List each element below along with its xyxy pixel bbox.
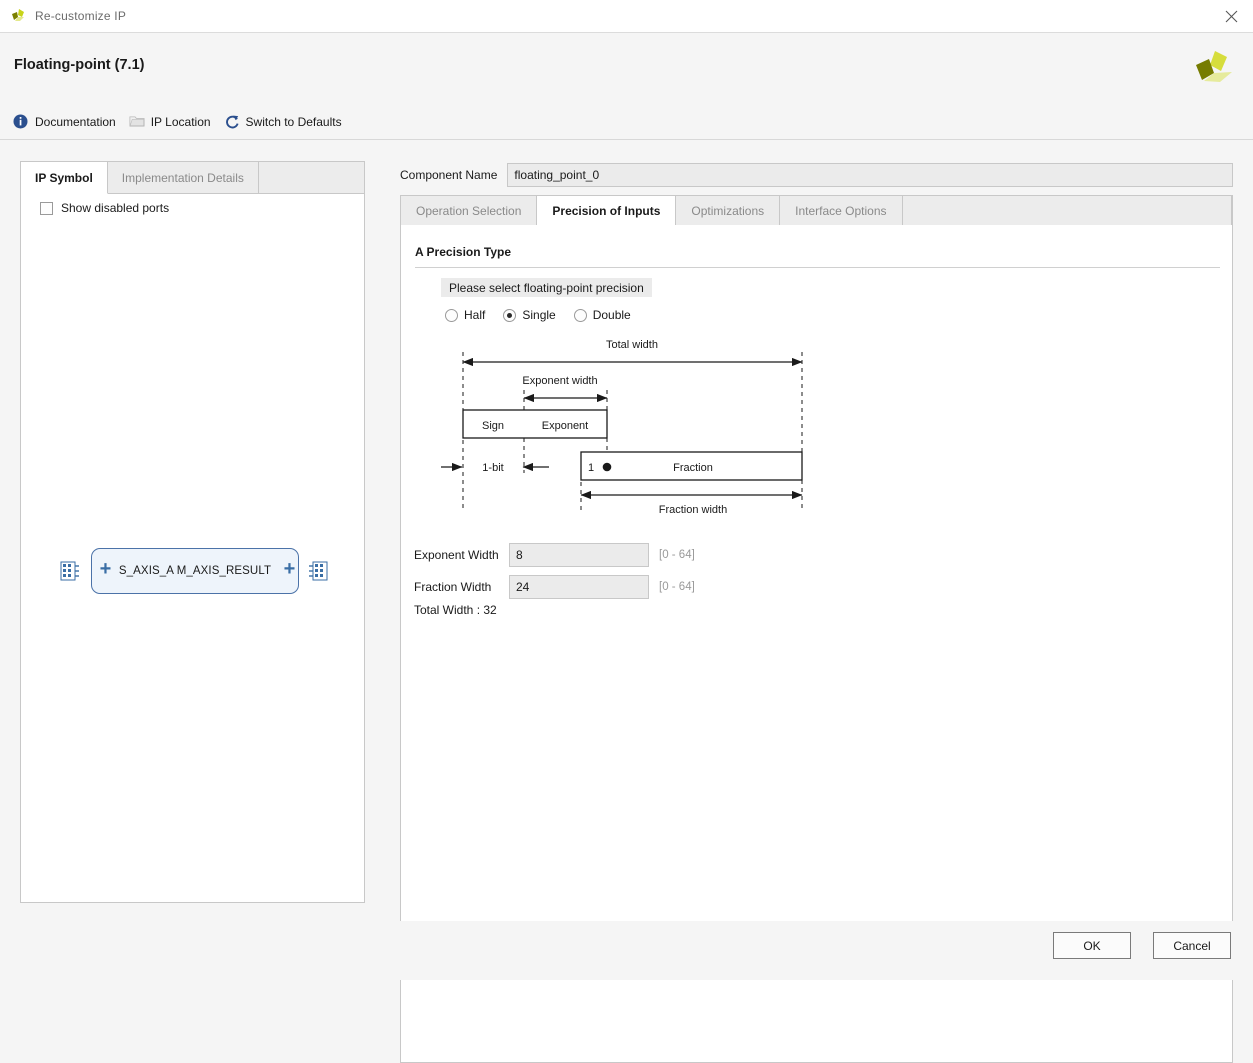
total-width-readout: Total Width : 32 [414, 603, 497, 617]
show-disabled-ports-checkbox[interactable]: Show disabled ports [40, 201, 169, 215]
switch-to-defaults-button[interactable]: Switch to Defaults [220, 110, 351, 134]
tab-operation-selection[interactable]: Operation Selection [401, 196, 538, 225]
documentation-button[interactable]: Documentation [9, 110, 125, 134]
fraction-width-row: Fraction Width 24 [0 - 64] [414, 574, 695, 600]
xilinx-logo-icon [10, 8, 28, 24]
ok-button-label: OK [1083, 938, 1101, 953]
floating-point-format-diagram: Total width Exponent width Sign Exponent… [431, 338, 851, 518]
tab-precision-of-inputs-label: Precision of Inputs [552, 203, 661, 218]
radio-double[interactable]: Double [573, 308, 631, 322]
ok-button[interactable]: OK [1053, 932, 1131, 959]
ip-block-label: S_AXIS_A M_AXIS_RESULT [118, 565, 272, 577]
radio-double-icon [573, 308, 587, 322]
exponent-width-hint: [0 - 64] [659, 549, 695, 561]
switch-to-defaults-label: Switch to Defaults [245, 115, 342, 129]
diagram-sign-label: Sign [482, 420, 504, 432]
diagram-binary-point-icon [602, 462, 612, 472]
tab-implementation-details[interactable]: Implementation Details [108, 162, 259, 193]
radio-single-label: Single [522, 308, 556, 322]
diagram-exponent-width-label: Exponent width [522, 375, 597, 387]
precision-hint-pill: Please select floating-point precision [441, 278, 652, 297]
config-tabbar-filler [903, 196, 1232, 225]
tab-optimizations-label: Optimizations [691, 203, 765, 218]
header-toolbar: Documentation IP Location Switch to Defa… [9, 108, 351, 136]
exponent-width-row: Exponent Width 8 [0 - 64] [414, 542, 695, 568]
diagram-exponent-label: Exponent [542, 420, 588, 432]
ip-symbol-diagram: + S_AXIS_A M_AXIS_RESULT + [59, 544, 329, 599]
component-name-label: Component Name [400, 167, 498, 182]
dialog-body: IP Symbol Implementation Details Show di… [0, 141, 1253, 1063]
left-tabbar: IP Symbol Implementation Details [21, 162, 364, 194]
tab-optimizations[interactable]: Optimizations [676, 196, 781, 225]
exponent-width-input[interactable]: 8 [509, 543, 649, 567]
component-name-row: Component Name floating_point_0 [400, 161, 1233, 188]
show-disabled-ports-label: Show disabled ports [61, 201, 170, 215]
diagram-fraction-width-label: Fraction width [659, 504, 727, 516]
dialog-header: Floating-point (7.1) Documentation IP Lo… [0, 33, 1253, 140]
right-bus-connector-icon [307, 557, 329, 585]
config-tabbar: Operation Selection Precision of Inputs … [400, 195, 1233, 226]
ip-location-label: IP Location [150, 115, 211, 129]
xilinx-logo [1191, 47, 1235, 87]
radio-half-label: Half [464, 308, 486, 322]
page-title: Floating-point (7.1) [14, 57, 145, 73]
tab-ip-symbol-label: IP Symbol [35, 170, 93, 185]
radio-half[interactable]: Half [445, 308, 485, 322]
tab-interface-options[interactable]: Interface Options [780, 196, 903, 225]
radio-double-label: Double [592, 308, 631, 322]
diagram-one-bit-label: 1-bit [482, 462, 503, 474]
radio-half-icon [445, 308, 458, 322]
exponent-width-label: Exponent Width [414, 548, 499, 562]
radio-single-icon [503, 308, 517, 322]
tab-ip-symbol[interactable]: IP Symbol [21, 162, 108, 194]
info-icon [13, 114, 30, 131]
diagram-fraction-label: Fraction [673, 462, 713, 474]
left-tabbar-filler [259, 162, 364, 193]
close-icon[interactable] [1209, 0, 1253, 32]
tab-operation-selection-label: Operation Selection [416, 203, 522, 218]
fraction-width-label: Fraction Width [414, 580, 492, 594]
fraction-width-hint: [0 - 64] [659, 581, 695, 593]
checkbox-box-icon [40, 201, 53, 215]
tab-precision-of-inputs[interactable]: Precision of Inputs [537, 196, 677, 226]
section-title: A Precision Type [415, 245, 512, 259]
cancel-button[interactable]: Cancel [1153, 932, 1231, 959]
configuration-panel: Component Name floating_point_0 Operatio… [400, 161, 1233, 1063]
section-divider [415, 267, 1220, 268]
ip-location-button[interactable]: IP Location [125, 110, 220, 134]
documentation-label: Documentation [35, 115, 116, 129]
precision-radio-group: Half Single Double [445, 308, 649, 322]
folder-icon [129, 114, 146, 131]
refresh-icon [224, 114, 241, 131]
dialog-footer: OK Cancel [0, 921, 1253, 980]
window-titlebar: Re-customize IP [0, 0, 1253, 33]
component-name-input[interactable]: floating_point_0 [507, 162, 1233, 187]
tab-implementation-details-label: Implementation Details [121, 170, 244, 185]
expand-right-port-icon[interactable]: + [281, 559, 298, 579]
window-title: Re-customize IP [35, 9, 127, 23]
cancel-button-label: Cancel [1173, 938, 1211, 953]
ip-symbol-panel: IP Symbol Implementation Details Show di… [20, 161, 365, 903]
diagram-total-width-label: Total width [606, 339, 658, 351]
diagram-implicit-one-label: 1 [588, 462, 594, 474]
fraction-width-input[interactable]: 24 [509, 575, 649, 599]
radio-single[interactable]: Single [503, 308, 556, 322]
left-bus-connector-icon [59, 557, 81, 585]
tab-interface-options-label: Interface Options [795, 203, 887, 218]
